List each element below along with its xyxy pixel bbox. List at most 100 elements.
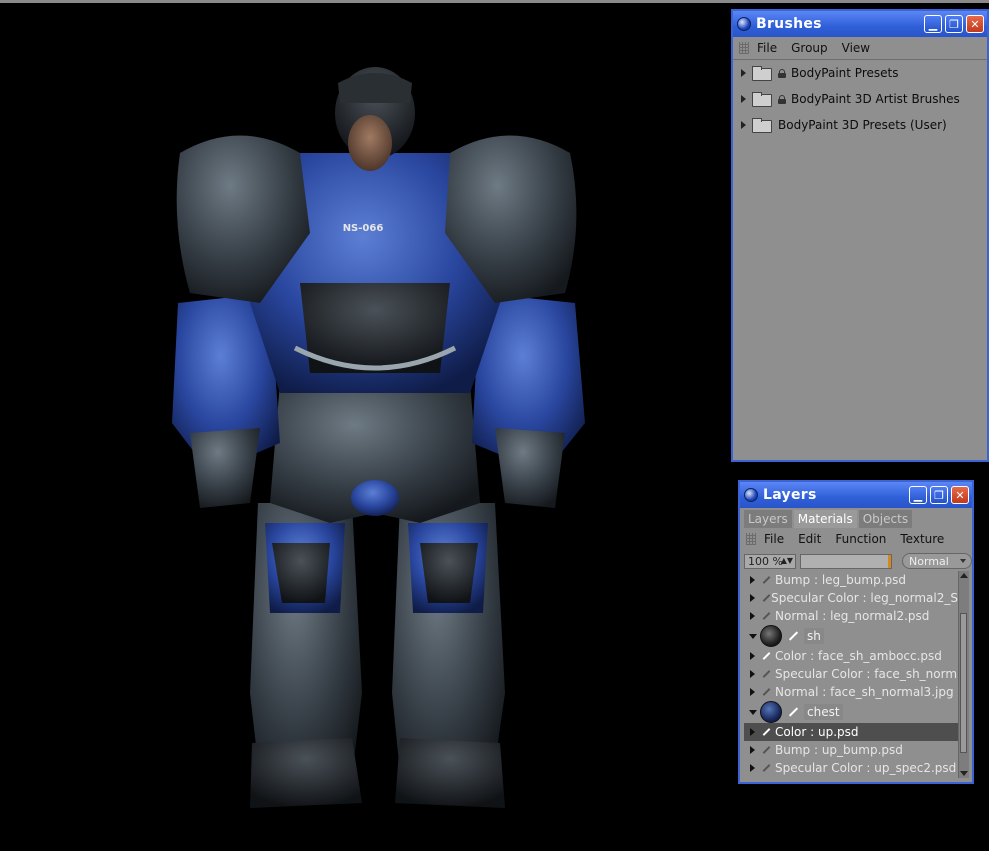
expand-arrow-icon[interactable] <box>750 670 755 678</box>
material-list: Bump : leg_bump.psd Specular Color : leg… <box>744 571 958 778</box>
channel-label: Specular Color : leg_normal2_S <box>771 591 958 605</box>
expand-arrow-icon[interactable] <box>741 121 746 129</box>
channel-label: Specular Color : up_spec2.psd <box>775 761 957 775</box>
collapse-arrow-icon[interactable] <box>749 633 757 639</box>
expand-arrow-icon[interactable] <box>750 746 755 754</box>
channel-row[interactable]: Bump : leg_bump.psd <box>744 571 958 589</box>
expand-arrow-icon[interactable] <box>750 728 755 736</box>
expand-arrow-icon[interactable] <box>750 612 755 620</box>
zoom-value: 100 % <box>748 554 783 568</box>
minimize-icon: ▁ <box>928 17 938 31</box>
brush-icon[interactable] <box>761 745 771 755</box>
channel-label: Normal : face_sh_normal3.jpg <box>775 685 954 699</box>
minimize-button[interactable]: ▁ <box>924 15 942 33</box>
blend-mode-select[interactable]: Normal <box>902 553 972 569</box>
spinner-icon[interactable]: ▲▼ <box>781 556 793 565</box>
material-list-scrollbar[interactable] <box>958 571 969 778</box>
hull-label: NS-066 <box>343 223 384 234</box>
close-button[interactable]: ✕ <box>966 15 984 33</box>
grip-icon[interactable] <box>746 533 756 545</box>
menu-file[interactable]: File <box>764 532 784 546</box>
opacity-slider[interactable] <box>800 553 892 569</box>
lock-icon <box>778 68 786 78</box>
expand-arrow-icon[interactable] <box>750 576 755 584</box>
menu-edit[interactable]: Edit <box>798 532 821 546</box>
tree-item-label: BodyPaint 3D Artist Brushes <box>791 92 960 106</box>
brushes-window[interactable]: Brushes ▁ ❐ ✕ File Group View BodyPaint … <box>731 9 989 462</box>
brushes-titlebar[interactable]: Brushes ▁ ❐ ✕ <box>733 11 987 37</box>
folder-icon <box>752 66 772 81</box>
menu-view[interactable]: View <box>842 41 870 55</box>
brush-icon[interactable] <box>761 651 771 661</box>
channel-label: Normal : leg_normal2.psd <box>775 609 930 623</box>
layers-menubar: File Edit Function Texture <box>740 528 972 550</box>
minimize-button[interactable]: ▁ <box>909 486 927 504</box>
menu-function[interactable]: Function <box>835 532 886 546</box>
collapse-arrow-icon[interactable] <box>749 709 757 715</box>
channel-row[interactable]: Specular Color : up_spec2.psd <box>744 759 958 777</box>
brush-icon[interactable] <box>761 763 771 773</box>
maximize-button[interactable]: ❐ <box>945 15 963 33</box>
brush-icon[interactable] <box>761 687 771 697</box>
tree-item-label: BodyPaint 3D Presets (User) <box>778 118 947 132</box>
folder-icon <box>752 118 772 133</box>
menu-file[interactable]: File <box>757 41 777 55</box>
brush-icon[interactable] <box>786 706 798 718</box>
brush-icon[interactable] <box>761 575 771 585</box>
menu-texture[interactable]: Texture <box>900 532 944 546</box>
grip-icon[interactable] <box>739 42 749 54</box>
channel-row[interactable]: Specular Color : face_sh_norm <box>744 665 958 683</box>
expand-arrow-icon[interactable] <box>750 688 755 696</box>
layers-title: Layers <box>763 487 817 503</box>
channel-row-selected[interactable]: Color : up.psd <box>744 723 958 741</box>
brush-icon[interactable] <box>761 669 771 679</box>
material-preview-icon <box>760 625 782 647</box>
channel-row[interactable]: Normal : face_sh_normal3.jpg <box>744 683 958 701</box>
maximize-button[interactable]: ❐ <box>930 486 948 504</box>
menu-group[interactable]: Group <box>791 41 828 55</box>
brush-icon[interactable] <box>761 611 771 621</box>
tab-objects[interactable]: Objects <box>858 510 913 528</box>
tab-layers[interactable]: Layers <box>744 510 792 528</box>
expand-arrow-icon[interactable] <box>741 95 746 103</box>
tree-item-artist-brushes[interactable]: BodyPaint 3D Artist Brushes <box>733 86 987 112</box>
tree-item-label: BodyPaint Presets <box>791 66 899 80</box>
scroll-up-icon[interactable] <box>960 573 968 578</box>
material-preview-icon <box>760 701 782 723</box>
layers-titlebar[interactable]: Layers ▁ ❐ ✕ <box>740 482 972 508</box>
material-name: chest <box>804 704 843 720</box>
maximize-icon: ❐ <box>934 488 944 502</box>
scroll-down-icon[interactable] <box>960 771 968 776</box>
expand-arrow-icon[interactable] <box>741 69 746 77</box>
minimize-icon: ▁ <box>913 488 923 502</box>
channel-label: Color : face_sh_ambocc.psd <box>775 649 942 663</box>
channel-label: Bump : leg_bump.psd <box>775 573 906 587</box>
material-row-sh[interactable]: sh <box>744 625 958 647</box>
tree-item-user-presets[interactable]: BodyPaint 3D Presets (User) <box>733 112 987 138</box>
expand-arrow-icon[interactable] <box>750 594 755 602</box>
expand-arrow-icon[interactable] <box>750 764 755 772</box>
app-orb-icon <box>737 17 751 31</box>
channel-label: Specular Color : face_sh_norm <box>775 667 958 681</box>
expand-arrow-icon[interactable] <box>750 652 755 660</box>
tab-materials[interactable]: Materials <box>793 510 857 528</box>
channel-row[interactable]: Color : face_sh_ambocc.psd <box>744 647 958 665</box>
layers-window[interactable]: Layers ▁ ❐ ✕ Layers Materials Objects Fi… <box>738 480 974 784</box>
channel-row[interactable]: Bump : up_bump.psd <box>744 741 958 759</box>
slider-handle[interactable] <box>888 554 891 568</box>
brush-icon[interactable] <box>786 630 798 642</box>
zoom-field[interactable]: 100 % ▲▼ <box>744 553 796 569</box>
channel-row[interactable]: Normal : leg_normal2.psd <box>744 607 958 625</box>
close-icon: ✕ <box>970 17 980 31</box>
brushes-menubar: File Group View <box>733 37 987 60</box>
3d-viewport[interactable]: NS-066 <box>0 3 730 851</box>
brush-icon[interactable] <box>761 593 767 603</box>
tree-item-bodypaint-presets[interactable]: BodyPaint Presets <box>733 60 987 86</box>
scroll-thumb[interactable] <box>960 613 967 753</box>
close-button[interactable]: ✕ <box>951 486 969 504</box>
channel-row[interactable]: Specular Color : leg_normal2_S <box>744 589 958 607</box>
channel-label: Color : up.psd <box>775 725 859 739</box>
brush-tree: BodyPaint Presets BodyPaint 3D Artist Br… <box>733 60 987 138</box>
brush-icon[interactable] <box>761 727 771 737</box>
material-row-chest[interactable]: chest <box>744 701 958 723</box>
